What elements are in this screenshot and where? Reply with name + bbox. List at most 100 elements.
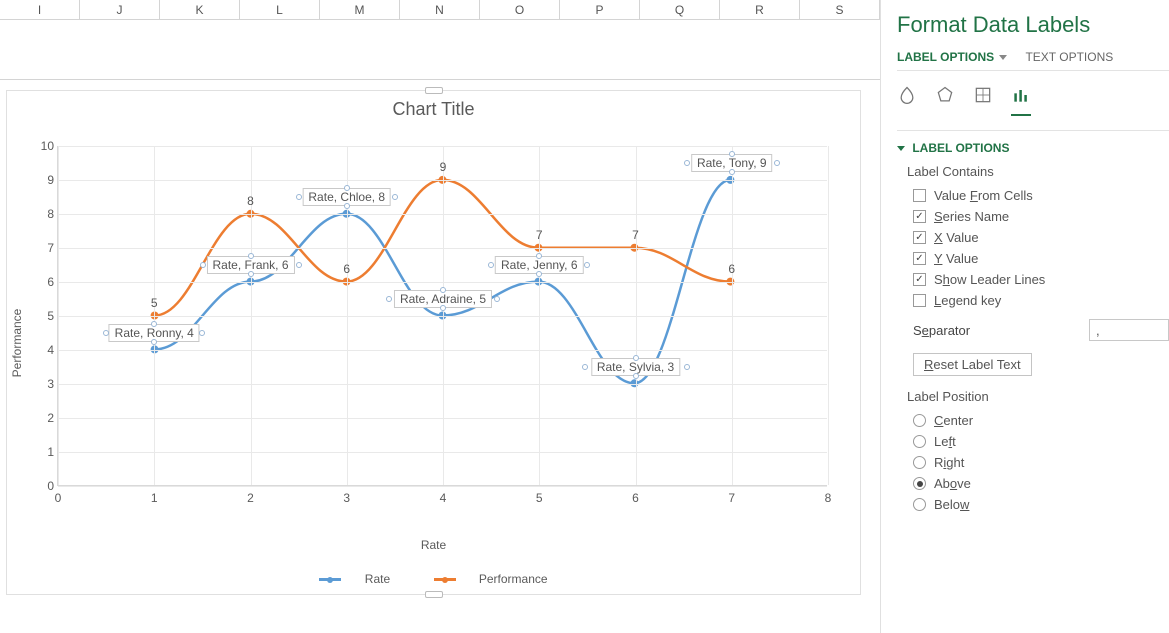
checkbox-icon: ✓ — [913, 210, 926, 223]
selection-handle[interactable] — [536, 271, 542, 277]
pane-icon-tabs — [897, 81, 1169, 131]
checkbox-label: Y Value — [934, 251, 978, 266]
pane-title: Format Data Labels — [897, 12, 1169, 38]
legend-label-performance: Performance — [479, 572, 548, 586]
checkbox-label: Series Name — [934, 209, 1009, 224]
label-options-icon[interactable] — [1011, 85, 1031, 116]
checkbox-label: Value From Cells — [934, 188, 1033, 203]
selection-handle[interactable] — [684, 364, 690, 370]
selection-handle[interactable] — [199, 330, 205, 336]
grid-blank-row — [0, 20, 880, 80]
selection-handle[interactable] — [494, 296, 500, 302]
x-tick: 3 — [343, 491, 350, 505]
chart-title[interactable]: Chart Title — [7, 91, 860, 124]
x-tick: 4 — [440, 491, 447, 505]
checkbox-label: Legend key — [934, 293, 1001, 308]
checkbox-x-value[interactable]: ✓ X Value — [897, 227, 1169, 248]
selection-handle[interactable] — [684, 160, 690, 166]
selection-handle[interactable] — [582, 364, 588, 370]
chart-object[interactable]: Chart Title Performance 0123456789100123… — [6, 90, 861, 595]
selection-handle[interactable] — [729, 151, 735, 157]
selection-handle[interactable] — [103, 330, 109, 336]
selection-handle[interactable] — [200, 262, 206, 268]
column-header-M[interactable]: M — [320, 0, 400, 19]
effects-icon[interactable] — [935, 85, 955, 116]
column-header-I[interactable]: I — [0, 0, 80, 19]
column-header-P[interactable]: P — [560, 0, 640, 19]
checkbox-label: Show Leader Lines — [934, 272, 1045, 287]
tab-label-options[interactable]: LABEL OPTIONS — [897, 50, 1007, 64]
selection-handle[interactable] — [729, 169, 735, 175]
radio-label: Center — [934, 413, 973, 428]
selection-handle[interactable] — [344, 203, 350, 209]
y-tick: 2 — [36, 411, 54, 425]
selection-handle[interactable] — [633, 373, 639, 379]
radio-below[interactable]: Below — [897, 494, 1169, 515]
selection-handle[interactable] — [488, 262, 494, 268]
x-tick: 2 — [247, 491, 254, 505]
column-header-N[interactable]: N — [400, 0, 480, 19]
tab-label-options-text: LABEL OPTIONS — [897, 50, 994, 64]
selection-handle[interactable] — [440, 305, 446, 311]
selection-handle[interactable] — [584, 262, 590, 268]
checkbox-y-value[interactable]: ✓ Y Value — [897, 248, 1169, 269]
pane-tabs: LABEL OPTIONS TEXT OPTIONS — [897, 50, 1169, 71]
checkbox-legend-key[interactable]: Legend key — [897, 290, 1169, 311]
radio-icon — [913, 456, 926, 469]
checkbox-value-from-cells[interactable]: Value From Cells — [897, 185, 1169, 206]
selection-handle[interactable] — [386, 296, 392, 302]
worksheet-area: IJKLMNOPQRS Chart Title Performance 0123… — [0, 0, 880, 633]
chevron-down-icon — [999, 55, 1007, 60]
chart-resize-handle-top[interactable] — [425, 87, 443, 94]
y-tick: 3 — [36, 377, 54, 391]
selection-handle[interactable] — [151, 321, 157, 327]
checkbox-show-leader-lines[interactable]: ✓ Show Leader Lines — [897, 269, 1169, 290]
y-tick: 0 — [36, 479, 54, 493]
column-header-L[interactable]: L — [240, 0, 320, 19]
selection-handle[interactable] — [248, 253, 254, 259]
column-header-K[interactable]: K — [160, 0, 240, 19]
fill-icon[interactable] — [897, 85, 917, 116]
selection-handle[interactable] — [248, 271, 254, 277]
plot-area[interactable]: 012345678910012345678Rate, Ronny, 4Rate,… — [57, 146, 827, 486]
radio-left[interactable]: Left — [897, 431, 1169, 452]
column-header-O[interactable]: O — [480, 0, 560, 19]
size-properties-icon[interactable] — [973, 85, 993, 116]
selection-handle[interactable] — [392, 194, 398, 200]
format-data-labels-pane: Format Data Labels LABEL OPTIONS TEXT OP… — [880, 0, 1169, 633]
radio-above[interactable]: Above — [897, 473, 1169, 494]
radio-center[interactable]: Center — [897, 410, 1169, 431]
column-header-R[interactable]: R — [720, 0, 800, 19]
selection-handle[interactable] — [151, 339, 157, 345]
selection-handle[interactable] — [633, 355, 639, 361]
tab-text-options[interactable]: TEXT OPTIONS — [1025, 50, 1113, 64]
selection-handle[interactable] — [344, 185, 350, 191]
checkbox-icon — [913, 294, 926, 307]
x-axis-label[interactable]: Rate — [421, 538, 446, 552]
column-header-S[interactable]: S — [800, 0, 880, 19]
selection-handle[interactable] — [440, 287, 446, 293]
radio-label: Right — [934, 455, 964, 470]
radio-label: Above — [934, 476, 971, 491]
radio-right[interactable]: Right — [897, 452, 1169, 473]
separator-input[interactable] — [1089, 319, 1169, 341]
selection-handle[interactable] — [536, 253, 542, 259]
column-headers: IJKLMNOPQRS — [0, 0, 880, 20]
selection-handle[interactable] — [296, 194, 302, 200]
radio-label: Below — [934, 497, 969, 512]
reset-label-text-button[interactable]: Reset Label Text — [913, 353, 1032, 376]
x-tick: 6 — [632, 491, 639, 505]
radio-icon — [913, 414, 926, 427]
y-tick: 9 — [36, 173, 54, 187]
checkbox-series-name[interactable]: ✓ Series Name — [897, 206, 1169, 227]
selection-handle[interactable] — [296, 262, 302, 268]
column-header-Q[interactable]: Q — [640, 0, 720, 19]
column-header-J[interactable]: J — [80, 0, 160, 19]
selection-handle[interactable] — [774, 160, 780, 166]
y-axis-label[interactable]: Performance — [10, 308, 24, 377]
chart-legend[interactable]: Rate Performance — [7, 572, 860, 586]
x-tick: 7 — [728, 491, 735, 505]
section-label-options-text: LABEL OPTIONS — [912, 141, 1009, 155]
chart-resize-handle-bottom[interactable] — [425, 591, 443, 598]
section-label-options[interactable]: LABEL OPTIONS — [897, 131, 1169, 161]
